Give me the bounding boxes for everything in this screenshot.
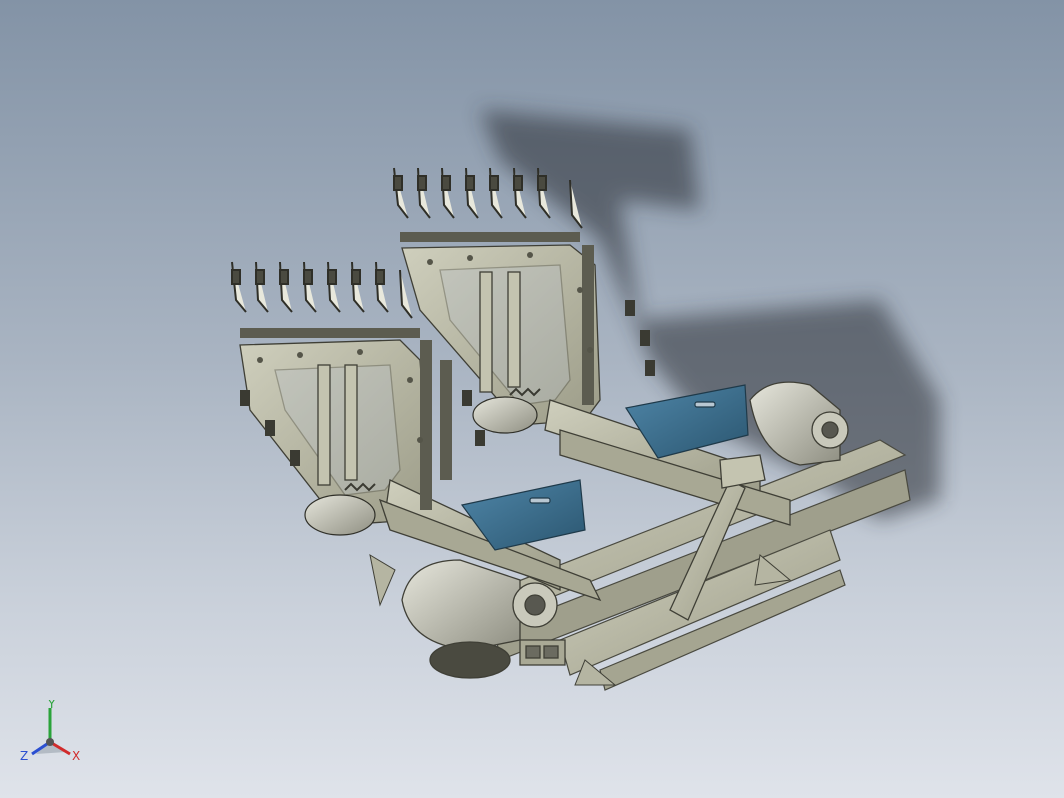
- triad-origin: [46, 738, 54, 746]
- graphics-viewport[interactable]: Y X Z: [0, 0, 1064, 798]
- x-axis-label: X: [72, 749, 80, 763]
- coordinate-triad: Y X Z: [20, 700, 80, 763]
- assembly-model[interactable]: [0, 0, 1064, 798]
- y-axis-label: Y: [47, 700, 56, 711]
- z-axis-label: Z: [20, 749, 28, 763]
- finger-row-left: [231, 261, 413, 319]
